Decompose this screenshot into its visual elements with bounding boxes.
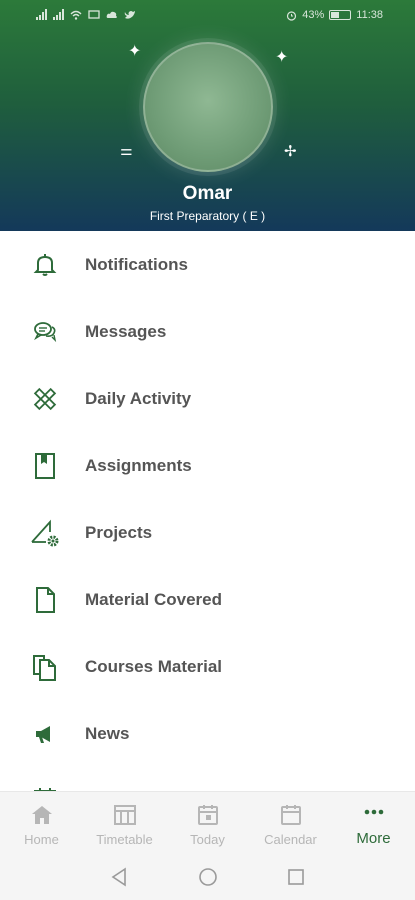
avatar[interactable] bbox=[143, 42, 273, 172]
tab-label: Today bbox=[190, 832, 225, 847]
menu-item-label: Daily Activity bbox=[85, 388, 192, 408]
bell-icon bbox=[30, 250, 60, 280]
cloud-icon bbox=[106, 11, 117, 18]
today-calendar-icon bbox=[197, 805, 218, 825]
tab-today[interactable]: Today bbox=[166, 792, 249, 854]
menu-item-messages[interactable]: Messages bbox=[0, 298, 415, 365]
menu-item-projects[interactable]: Projects bbox=[0, 499, 415, 566]
signal-1-icon bbox=[36, 9, 47, 20]
wifi-icon bbox=[70, 10, 82, 20]
home-circle-icon[interactable] bbox=[198, 867, 218, 887]
home-icon bbox=[31, 806, 52, 824]
menu-item-label: Notifications bbox=[85, 254, 188, 274]
signal-2-icon bbox=[53, 9, 64, 20]
tab-label: Calendar bbox=[264, 832, 317, 847]
more-menu-list: Notifications Messages Daily Activity As… bbox=[0, 231, 415, 791]
sparkle-icon: ✦ bbox=[128, 43, 142, 60]
clock: 11:38 bbox=[356, 9, 383, 21]
menu-item-label: Material Covered bbox=[85, 589, 222, 609]
status-left-icons bbox=[36, 9, 136, 20]
menu-item-notifications[interactable]: Notifications bbox=[0, 231, 415, 298]
book-bookmark-icon bbox=[30, 451, 60, 481]
cast-icon bbox=[88, 9, 100, 19]
tab-more[interactable]: More bbox=[332, 792, 415, 854]
profile-header: 43% 11:38 ✦ ✦ ⚌ ✢ Omar First Preparatory… bbox=[0, 0, 415, 231]
calendar-icon bbox=[280, 805, 301, 825]
sparkle-cross-icon: ✢ bbox=[284, 143, 297, 160]
tab-timetable[interactable]: Timetable bbox=[83, 792, 166, 854]
menu-item-label: Messages bbox=[85, 321, 167, 341]
tab-calendar[interactable]: Calendar bbox=[249, 792, 332, 854]
menu-item-courses-material[interactable]: Courses Material bbox=[0, 633, 415, 700]
status-right-icons: 43% 11:38 bbox=[286, 9, 383, 21]
triangle-gear-icon bbox=[30, 518, 60, 548]
user-name: Omar bbox=[182, 183, 233, 204]
menu-item-assignments[interactable]: Assignments bbox=[0, 432, 415, 499]
user-class: First Preparatory ( E ) bbox=[149, 209, 266, 223]
alarm-icon bbox=[287, 10, 297, 21]
menu-item-label: News bbox=[85, 723, 130, 743]
back-triangle-icon[interactable] bbox=[110, 867, 128, 887]
menu-item-label: Assignments bbox=[85, 455, 192, 475]
chat-bubbles-icon bbox=[30, 317, 60, 347]
status-bar: 43% 11:38 bbox=[0, 0, 415, 32]
tab-label: More bbox=[356, 830, 391, 847]
sparkle-dash-icon: ⚌ bbox=[120, 142, 133, 158]
tab-home[interactable]: Home bbox=[0, 792, 83, 854]
menu-item-daily-activity[interactable]: Daily Activity bbox=[0, 365, 415, 432]
tab-label: Timetable bbox=[96, 832, 153, 847]
document-icon bbox=[30, 585, 60, 615]
pencil-ruler-icon bbox=[30, 384, 60, 414]
menu-item-label: Courses Material bbox=[85, 656, 222, 676]
battery-icon bbox=[329, 10, 352, 20]
bottom-tab-bar: Home Timetable Today Calendar More bbox=[0, 791, 415, 853]
menu-item-label: Projects bbox=[85, 522, 153, 542]
menu-item-material-covered[interactable]: Material Covered bbox=[0, 566, 415, 633]
megaphone-icon bbox=[30, 719, 60, 749]
menu-item-partial[interactable] bbox=[0, 767, 415, 791]
sparkle-icon: ✦ bbox=[275, 49, 289, 66]
recents-square-icon[interactable] bbox=[287, 867, 305, 887]
timetable-icon bbox=[113, 805, 136, 825]
documents-copy-icon bbox=[30, 652, 60, 682]
battery-percent: 43% bbox=[302, 9, 325, 21]
tab-label: Home bbox=[24, 832, 59, 847]
more-dots-icon bbox=[364, 809, 383, 815]
system-navigation-bar bbox=[0, 853, 415, 900]
twitter-icon bbox=[124, 10, 135, 19]
menu-item-news[interactable]: News bbox=[0, 700, 415, 767]
